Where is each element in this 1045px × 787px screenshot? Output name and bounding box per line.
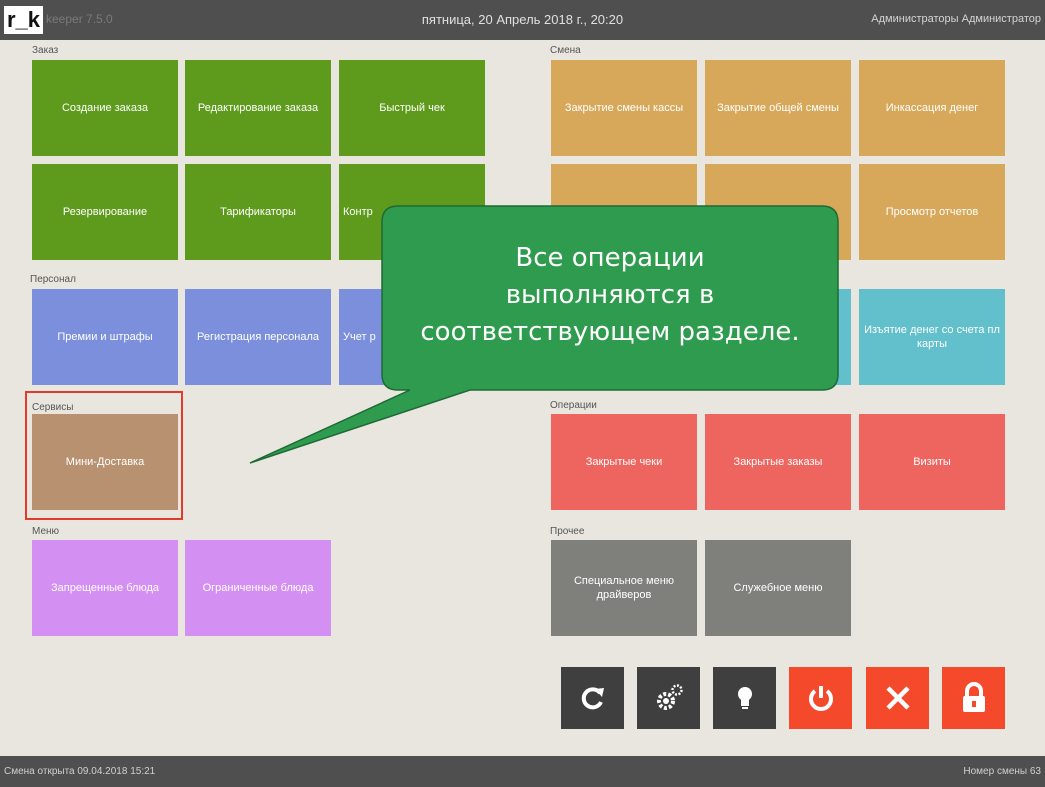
power-button[interactable] — [789, 667, 852, 729]
callout-line-3: соответствующем разделе. — [420, 317, 800, 347]
lock-icon — [962, 682, 985, 712]
bulb-icon — [737, 687, 752, 709]
gears-icon — [656, 684, 683, 710]
callout-line-2: выполняются в — [505, 280, 715, 310]
settings-button[interactable] — [637, 667, 700, 729]
callout-text: Все операции выполняются в соответствующ… — [385, 240, 835, 351]
lock-button[interactable] — [942, 667, 1005, 729]
shift-opened-status: Смена открыта 09.04.2018 15:21 — [4, 766, 156, 777]
callout-line-1: Все операции — [515, 243, 705, 273]
status-bar: Смена открыта 09.04.2018 15:21 Номер сме… — [0, 756, 1045, 787]
close-icon — [885, 686, 910, 710]
refresh-icon — [581, 687, 604, 710]
power-icon — [808, 686, 833, 711]
hint-button[interactable] — [713, 667, 776, 729]
close-button[interactable] — [866, 667, 929, 729]
shift-number: Номер смены 63 — [963, 766, 1041, 777]
refresh-button[interactable] — [561, 667, 624, 729]
